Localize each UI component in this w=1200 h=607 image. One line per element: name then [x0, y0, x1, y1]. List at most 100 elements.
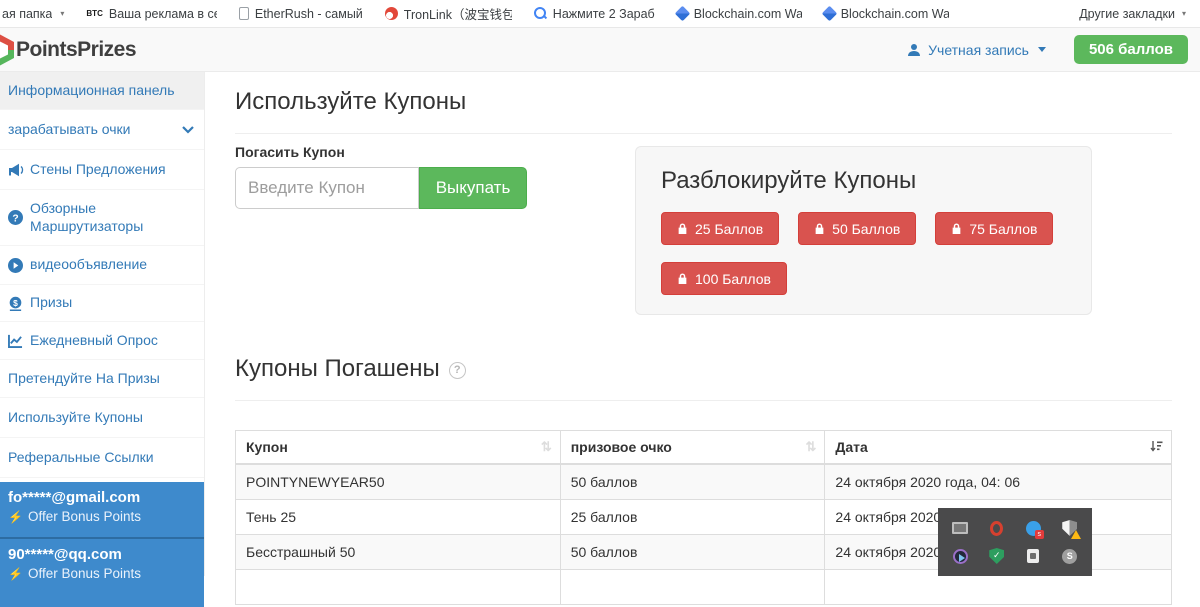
chevron-down-icon: ▾: [1182, 9, 1186, 18]
sidebar-item-label: зарабатывать очки: [8, 121, 131, 139]
system-tray-popup: ✓ S: [938, 508, 1092, 576]
user-icon: [907, 43, 921, 57]
windows-defender-icon[interactable]: [1061, 520, 1078, 537]
lock-icon: [677, 272, 688, 285]
coin-dollar-icon: $: [8, 296, 30, 311]
coupon-input-group: Выкупать: [235, 167, 527, 209]
table-row: POINTYNEWYEAR50 50 баллов 24 октября 202…: [236, 464, 1172, 499]
sidebar-item-label: видеообъявление: [30, 256, 147, 274]
account-label: Учетная запись: [928, 42, 1029, 58]
bookmark-folder[interactable]: ая папка ▾: [2, 7, 64, 21]
coupon-input[interactable]: [235, 167, 419, 209]
chevron-down-icon: [182, 126, 194, 134]
column-label: Дата: [835, 439, 867, 455]
redeem-button[interactable]: Выкупать: [419, 167, 527, 209]
cell-points: 25 баллов: [560, 499, 825, 534]
other-bookmarks-button[interactable]: Другие закладки ▾: [1079, 7, 1186, 21]
opera-icon[interactable]: [988, 520, 1005, 537]
divider: [235, 133, 1172, 134]
bookmark-label: Нажмите 2 Зараб: [553, 7, 655, 21]
sidebar-item-video-ads[interactable]: видеообъявление: [0, 246, 204, 285]
sidebar-item-label: Претендуйте На Призы: [8, 370, 160, 388]
unlock-25-button[interactable]: 25 Баллов: [661, 212, 779, 245]
cell-points: [560, 569, 825, 604]
chart-line-icon: [8, 334, 30, 348]
button-label: 100 Баллов: [695, 271, 771, 287]
shadowsocks-icon[interactable]: [1025, 520, 1042, 537]
tronlink-icon: [385, 7, 398, 20]
sidebar-item-label: Призы: [30, 294, 72, 312]
history-title-row: Купоны Погашены ?: [235, 355, 466, 383]
media-player-icon[interactable]: [952, 548, 969, 565]
column-label: Купон: [246, 439, 288, 455]
bolt-icon: ⚡: [8, 567, 23, 581]
bookmark-label: ая папка: [2, 7, 52, 21]
btc-icon: BTC: [86, 9, 102, 18]
bookmark-label: TronLink（波宝钱包: [404, 4, 512, 23]
bookmark-label: Blockchain.com Wa: [694, 7, 802, 21]
cell-date: 24 октября 2020 года, 04: 06: [825, 464, 1172, 499]
sidebar-item-daily-poll[interactable]: Ежедневный Опрос: [0, 322, 204, 360]
column-header-coupon[interactable]: Купон ⇅: [236, 431, 561, 465]
bolt-icon: ⚡: [8, 510, 23, 524]
chevron-down-icon: [1038, 47, 1046, 52]
bookmark-label: Ваша реклама в се: [109, 7, 217, 21]
hotspot-device-icon[interactable]: [1025, 548, 1042, 565]
bookmark-btc-ad[interactable]: BTC Ваша реклама в се: [86, 7, 216, 21]
referral-item-gmail[interactable]: fo*****@gmail.com ⚡ Offer Bonus Points: [0, 482, 204, 537]
remote-desktop-icon[interactable]: [952, 520, 969, 537]
bookmark-blockchain-1[interactable]: Blockchain.com Wa: [677, 7, 802, 21]
table-header-row: Купон ⇅ призовое очко ⇅ Дата: [236, 431, 1172, 465]
lock-icon: [677, 222, 688, 235]
sidebar-item-label: Стены Предложения: [30, 161, 166, 179]
sidebar-item-label: Ежедневный Опрос: [30, 332, 158, 350]
antivirus-shield-icon[interactable]: ✓: [988, 548, 1005, 565]
skype-icon[interactable]: S: [1061, 548, 1078, 565]
cell-coupon: [236, 569, 561, 604]
page-icon: [239, 7, 249, 20]
sidebar-item-survey-routers[interactable]: ? Обзорные Маршрутизаторы: [0, 190, 204, 246]
blockchain-icon: [821, 6, 837, 22]
sidebar-item-label: Реферальные Ссылки: [8, 449, 154, 467]
bookmark-etherrush[interactable]: EtherRush - самый: [239, 7, 363, 21]
bookmark-earn[interactable]: Нажмите 2 Зараб: [534, 7, 655, 21]
sidebar-item-label: Информационная панель: [8, 82, 175, 100]
unlock-75-button[interactable]: 75 Баллов: [935, 212, 1053, 245]
referral-offer-label: Offer Bonus Points: [28, 509, 141, 524]
svg-text:$: $: [13, 297, 18, 307]
history-title: Купоны Погашены: [235, 355, 440, 383]
sidebar-item-earn-points[interactable]: зарабатывать очки: [0, 110, 204, 150]
column-header-date[interactable]: Дата: [825, 431, 1172, 465]
sidebar-item-dashboard[interactable]: Информационная панель: [0, 72, 204, 110]
sort-icon: ⇅: [806, 439, 817, 455]
brand-logo[interactable]: PointsPrizes: [0, 28, 136, 71]
sidebar-item-referral-links[interactable]: Реферальные Ссылки: [0, 438, 204, 478]
unlock-50-button[interactable]: 50 Баллов: [798, 212, 916, 245]
sidebar-item-label: Обзорные Маршрутизаторы: [30, 200, 190, 235]
sidebar-item-use-coupons[interactable]: Используйте Купоны: [0, 398, 204, 438]
button-label: 25 Баллов: [695, 221, 763, 237]
sidebar-item-label: Используйте Купоны: [8, 409, 143, 427]
button-label: 50 Баллов: [832, 221, 900, 237]
pointsprizes-hexagon-icon: [0, 34, 14, 66]
sidebar-item-offer-walls[interactable]: Стены Предложения: [0, 150, 204, 190]
help-icon[interactable]: ?: [449, 362, 466, 379]
points-badge[interactable]: 506 баллов: [1074, 35, 1188, 64]
cell-points: 50 баллов: [560, 464, 825, 499]
play-circle-icon: [8, 258, 30, 273]
other-bookmarks-label: Другие закладки: [1079, 7, 1175, 21]
redeem-coupon-label: Погасить Купон: [235, 144, 345, 160]
referral-email: fo*****@gmail.com: [8, 489, 196, 506]
divider: [235, 400, 1172, 401]
chevron-down-icon: ▾: [60, 9, 64, 18]
bookmark-tronlink[interactable]: TronLink（波宝钱包: [385, 4, 512, 23]
sidebar-item-claim-prizes[interactable]: Претендуйте На Призы: [0, 360, 204, 398]
unlock-100-button[interactable]: 100 Баллов: [661, 262, 787, 295]
referral-item-qq[interactable]: 90*****@qq.com ⚡ Offer Bonus Points: [0, 537, 204, 607]
bookmark-blockchain-2[interactable]: Blockchain.com Wa: [824, 7, 949, 21]
referral-email: 90*****@qq.com: [8, 546, 196, 563]
sidebar-item-prizes[interactable]: $ Призы: [0, 285, 204, 322]
account-menu[interactable]: Учетная запись: [907, 42, 1046, 58]
column-header-points[interactable]: призовое очко ⇅: [560, 431, 825, 465]
search-icon: [534, 7, 547, 20]
